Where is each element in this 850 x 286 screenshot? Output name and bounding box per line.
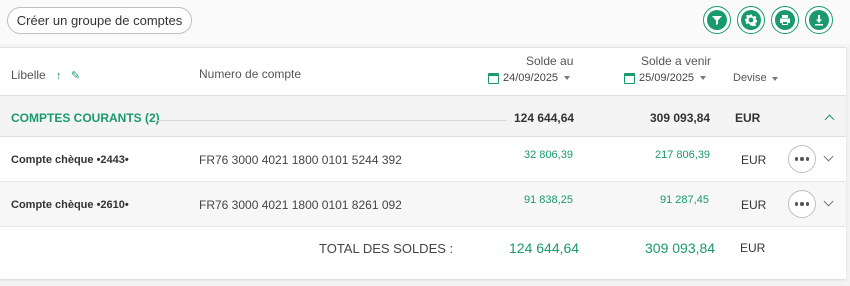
caret-down-icon <box>564 76 571 80</box>
chevron-down-icon[interactable] <box>823 151 834 162</box>
collapse-group-icon[interactable] <box>824 114 835 125</box>
table-row[interactable]: Compte chèque •2610• FR76 3000 4021 1800… <box>0 182 846 227</box>
toolbar: Créer un groupe de comptes <box>0 0 850 44</box>
account-solde-venir: 91 287,45 <box>660 194 709 206</box>
calendar-icon <box>624 72 635 84</box>
caret-down-icon <box>700 76 707 80</box>
dot-icon <box>800 157 804 161</box>
total-solde-au: 124 644,64 <box>509 240 580 256</box>
account-devise: EUR <box>741 198 767 212</box>
group-solde-au: 124 644,64 <box>514 111 575 125</box>
group-divider <box>153 120 507 121</box>
accounts-table: Libelle ↑ ✎ Numero de compte Solde au 24… <box>0 47 846 279</box>
total-solde-venir: 309 093,84 <box>645 240 716 256</box>
table-row[interactable]: Compte chèque •2443• FR76 3000 4021 1800… <box>0 137 846 182</box>
print-button[interactable] <box>771 6 799 34</box>
caret-down-icon <box>771 77 778 81</box>
print-icon <box>780 15 790 25</box>
account-number: FR76 3000 4021 1800 0101 8261 092 <box>199 198 402 212</box>
group-row-comptes-courants: COMPTES COURANTS (2) 124 644,64 309 093,… <box>0 95 846 137</box>
dot-icon <box>800 202 804 206</box>
gear-icon <box>745 14 757 26</box>
group-devise: EUR <box>735 111 761 125</box>
group-solde-venir: 309 093,84 <box>650 111 711 125</box>
calendar-icon <box>488 72 499 84</box>
total-label: TOTAL DES SOLDES : <box>319 241 454 256</box>
account-solde-venir: 217 806,39 <box>655 149 711 161</box>
account-solde-au: 32 806,39 <box>524 149 573 161</box>
header-numero: Numero de compte <box>199 67 302 81</box>
account-name[interactable]: Compte chèque •2610• <box>11 199 129 211</box>
group-title[interactable]: COMPTES COURANTS (2) <box>11 111 160 125</box>
dot-icon <box>805 157 810 161</box>
more-options-button[interactable] <box>788 190 816 218</box>
account-devise: EUR <box>741 153 767 167</box>
sort-asc-icon[interactable]: ↑ <box>56 70 62 82</box>
dot-icon <box>794 202 799 206</box>
header-solde-au: Solde au <box>526 54 574 68</box>
create-group-button[interactable]: Créer un groupe de comptes <box>7 7 192 34</box>
account-solde-au: 91 838,25 <box>524 194 573 206</box>
solde-au-date-picker[interactable]: 24/09/2025 <box>488 72 571 84</box>
settings-button[interactable] <box>737 6 765 34</box>
account-name[interactable]: Compte chèque •2443• <box>11 154 129 166</box>
account-number: FR76 3000 4021 1800 0101 5244 392 <box>199 153 402 167</box>
dot-icon <box>805 202 810 206</box>
solde-venir-date-picker[interactable]: 25/09/2025 <box>624 72 707 84</box>
edit-icon[interactable]: ✎ <box>71 70 80 82</box>
header-devise[interactable]: Devise <box>733 72 778 84</box>
more-options-button[interactable] <box>788 145 816 173</box>
dot-icon <box>794 157 799 161</box>
download-button[interactable] <box>805 6 833 34</box>
filter-button[interactable] <box>703 6 731 34</box>
header-libelle[interactable]: Libelle ↑ ✎ <box>11 68 80 82</box>
header-solde-venir: Solde a venir <box>641 54 712 68</box>
chevron-down-icon[interactable] <box>823 196 834 207</box>
total-devise: EUR <box>740 241 766 255</box>
filter-icon <box>712 16 722 25</box>
download-icon <box>815 15 823 26</box>
